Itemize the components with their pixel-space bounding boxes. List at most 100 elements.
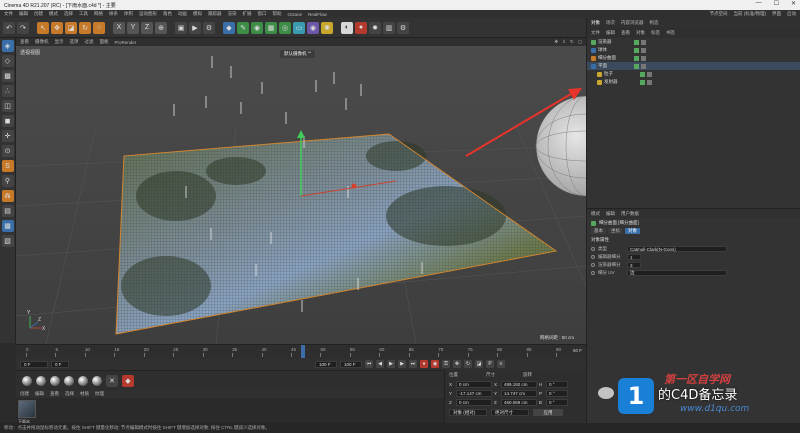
vp-menu-panel[interactable]: 面板 [100,39,109,45]
attr-tab-mode[interactable]: 模式 [591,211,600,217]
menu-simulate[interactable]: 模拟 [193,11,202,17]
move-icon[interactable]: ✥ [51,21,63,34]
menu-animate[interactable]: 动画 [178,11,187,17]
shuffle-icon[interactable]: ✕ [106,374,118,387]
deformer-icon[interactable]: ◎ [279,21,291,34]
redo-icon[interactable]: ↷ [17,21,29,34]
visibility-check-icon[interactable] [640,71,645,77]
menu-mograph[interactable]: 运动图形 [139,11,157,17]
mat-menu-texture[interactable]: 纹理 [95,391,104,397]
obj-menu-objects[interactable]: 对象 [636,30,645,36]
obj-menu-file[interactable]: 文件 [591,30,600,36]
render-view-icon[interactable]: ▣ [175,21,187,34]
timeline-ruler[interactable]: 0 5 10 15 20 25 30 35 40 45 50 55 60 65 70 75 80 85 90 50 … [16,344,586,359]
subdiv-uv-select[interactable]: 边 [627,270,727,276]
go-to-end-icon[interactable]: ⏭ [409,360,417,368]
rotate-icon[interactable]: ↻ [79,21,91,34]
axis-x-icon[interactable]: X [113,21,125,34]
size-mode-select[interactable]: 绝对尺寸 [491,409,529,416]
floor-icon[interactable]: ▭ [293,21,305,34]
visibility-check-icon[interactable] [634,39,639,45]
pan-icon[interactable]: ✥ [554,39,558,45]
vp-menu-view[interactable]: 查看 [20,39,29,45]
anim-radio-icon[interactable] [591,271,595,275]
vp-menu-options[interactable]: 选项 [70,39,79,45]
node-space-select[interactable]: 当前 (标准/物理) [734,11,767,17]
rotation-h-field[interactable]: 0 ° [546,381,568,388]
model-mode-icon[interactable]: ◇ [1,55,14,67]
vp-menu-camera[interactable]: 摄像机 [35,39,49,45]
edges-mode-icon[interactable]: ◫ [1,100,14,112]
menu-mesh[interactable]: 网格 [94,11,103,17]
mat-menu-material[interactable]: 材质 [80,391,89,397]
play-icon[interactable]: ▶ [387,360,395,368]
light-icon[interactable]: ✺ [321,21,333,34]
orbit-icon[interactable]: ↻ [570,39,574,45]
current-frame-field[interactable]: 0 F [51,360,69,368]
material-ball-icon[interactable] [64,375,74,386]
camera-icon[interactable]: ◉ [307,21,319,34]
cloner-icon[interactable]: ▦ [265,21,277,34]
vp-menu-display[interactable]: 显示 [55,39,64,45]
record-key-icon[interactable]: ● [420,360,428,368]
scale-icon[interactable]: ◪ [65,21,77,34]
render-settings-icon[interactable]: ⚙ [203,21,215,34]
camera-label[interactable]: 默认摄像机 °° [280,50,316,58]
menu-character[interactable]: 角色 [163,11,172,17]
settings-icon[interactable]: ⚙ [397,21,409,34]
workplane-icon[interactable]: ▤ [1,205,14,217]
key-param-icon[interactable]: P [486,360,494,368]
size-x-field[interactable]: 489.192 cm [501,381,537,388]
attr-subtab-basic[interactable]: 基本 [591,228,606,234]
cube-icon[interactable]: ◆ [223,21,235,34]
s-tool-icon[interactable]: S [1,160,14,172]
object-tag-icon[interactable] [647,79,652,85]
object-row[interactable]: 球体 [587,46,800,54]
menu-window[interactable]: 窗口 [258,11,267,17]
close-button[interactable]: ✕ [791,0,796,7]
points-mode-icon[interactable]: ∴ [1,85,14,97]
end-frame-field[interactable]: 100 F [315,360,337,368]
texture-mode-icon[interactable]: ▩ [1,70,14,82]
key-rotation-icon[interactable]: ↻ [464,360,472,368]
obj-menu-edit[interactable]: 编辑 [606,30,615,36]
octane-icon[interactable]: ◐ [341,21,353,34]
object-row[interactable]: 发射器 [587,78,800,86]
render-subdiv-field[interactable]: 3 [627,262,641,268]
material-ball-icon[interactable] [22,375,32,386]
menu-volume[interactable]: 体积 [124,11,133,17]
layout-toggle-icon[interactable]: ▢ [578,39,582,45]
octane-material-icon[interactable]: ◆ [122,374,134,387]
menu-edit[interactable]: 编辑 [19,11,28,17]
type-select[interactable]: Catmull-Clark(N-Gons) [627,246,727,252]
attr-subtab-coord[interactable]: 坐标 [608,228,623,234]
menu-extensions[interactable]: 扩展 [243,11,252,17]
render-picture-viewer-icon[interactable]: ▶ [189,21,201,34]
preview-end-field[interactable]: 100 F [340,360,362,368]
visibility-check-icon[interactable] [640,79,645,85]
coordinate-system-icon[interactable]: ⊕ [155,21,167,34]
mat-menu-select[interactable]: 选择 [65,391,74,397]
pen-icon[interactable]: ✎ [237,21,249,34]
menu-create[interactable]: 创建 [34,11,43,17]
object-row[interactable]: 粒子 [587,70,800,78]
object-tag-icon[interactable] [647,71,652,77]
material-ball-icon[interactable] [50,375,60,386]
vp-menu-prorender[interactable]: ProRender [115,40,137,45]
object-tag-icon[interactable] [641,47,646,53]
auto-key-icon[interactable]: ◉ [431,360,439,368]
coord-mode-select[interactable]: 对象 (相对) [449,409,487,416]
attr-tab-edit[interactable]: 编辑 [606,211,615,217]
menu-file[interactable]: 文件 [4,11,13,17]
key-selection-icon[interactable]: ⚿ [442,360,450,368]
grid-icon[interactable]: ▥ [383,21,395,34]
record-icon[interactable]: ● [355,21,367,34]
position-x-field[interactable]: 0 cm [456,381,492,388]
sculpt-icon[interactable]: ⚲ [1,175,14,187]
mat-menu-edit[interactable]: 编辑 [35,391,44,397]
object-row[interactable]: 渲染器 [587,38,800,46]
material-thumbnail[interactable] [18,400,36,418]
axis-y-icon[interactable]: Y [127,21,139,34]
go-to-start-icon[interactable]: ⏮ [365,360,373,368]
obj-menu-view[interactable]: 查看 [621,30,630,36]
